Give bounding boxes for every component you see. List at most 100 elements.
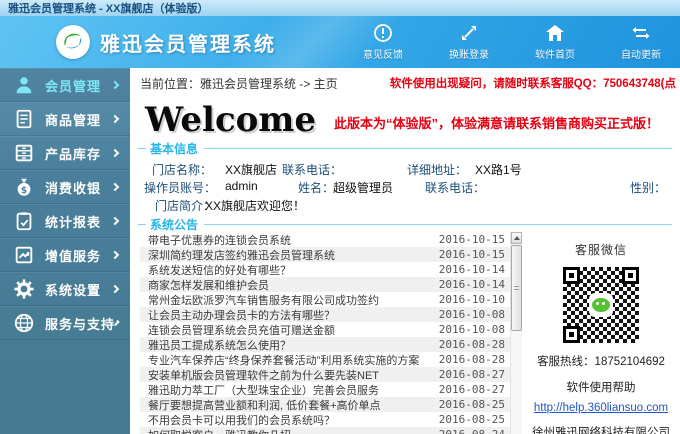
announcements-section-header: 系统公告 [130,216,680,232]
value-added-icon [12,243,36,267]
scrollbar-thumb[interactable] [511,245,522,331]
sidebar-item-goods-management[interactable]: 商品管理 [0,102,130,136]
globe-icon [12,311,36,335]
name-value: 超级管理员 [333,181,394,195]
announcement-date: 2016-10-15 [438,233,505,246]
sidebar-item-reports[interactable]: 统计报表 [0,204,130,238]
announcement-row[interactable]: 雅迅助力萃工厂（大型珠宝企业）完善会员服务 2016-08-27 [140,382,510,397]
report-icon [12,209,36,233]
brand: 雅迅会员管理系统 [56,25,276,59]
window-titlebar[interactable]: 雅迅会员管理系统 - XX旗舰店（体验版） [0,0,680,16]
announcement-row[interactable]: 深圳简约理发店签约雅迅会员管理系统 2016-10-15 [140,247,510,262]
announcements-title: 系统公告 [150,217,199,232]
help-link[interactable]: http://help.360liansuo.com [522,402,680,414]
address-value: XX路1号 [475,163,522,177]
scroll-up-button[interactable] [511,232,522,244]
sidebar-item-value-added[interactable]: 增值服务 [0,238,130,272]
announcement-date: 2016-08-28 [438,353,505,366]
announcement-title: 专业汽车保养店“终身保养套餐活动”利用系统实施的方案 [148,354,420,367]
sidebar-item-label: 消费收银 [45,180,102,196]
announcement-row[interactable]: 连锁会员管理系统会员充值可赠送金额 2016-10-08 [140,322,510,337]
sidebar-item-cashier[interactable]: $ 消费收银 [0,170,130,204]
wechat-title: 客服微信 [574,243,627,257]
breadcrumb: 当前位置：雅迅会员管理系统 -> 主页 [140,76,338,91]
company-name: 徐州雅迅网络科技有限公司 [532,427,670,434]
announcement-row[interactable]: 系统发送短信的好处有哪些？ 2016-10-14 [140,262,510,277]
sidebar-item-member-management[interactable]: 会员管理 [0,68,130,102]
announcement-title: 常州金坛欧派罗汽车销售服务有限公司成功签约 [148,294,379,307]
announcement-row[interactable]: 雅迅员工提成系统怎么使用？ 2016-08-28 [140,337,510,352]
announcement-row[interactable]: 专业汽车保养店“终身保养套餐活动”利用系统实施的方案 2016-08-28 [140,352,510,367]
switch-account-icon [459,22,479,44]
main-panel: 当前位置：雅迅会员管理系统 -> 主页 软件使用出现疑问，请随时联系客服QQ：7… [130,68,680,434]
operator-value: admin [225,179,258,193]
announcement-date: 2016-10-10 [438,293,505,306]
announcement-row[interactable]: 如何取悦客户，雅迅教你几招 2016-08-24 [140,427,510,434]
announcement-date: 2016-08-25 [438,413,505,426]
announcement-date: 2016-08-27 [438,383,505,396]
announcement-row[interactable]: 安装单机版会员管理软件之前为什么要先装NET 2016-08-27 [140,367,510,382]
support-qq-notice[interactable]: 软件使用出现疑问，请随时联系客服QQ：750643748(点 [390,75,676,91]
sidebar-item-label: 服务与支持 [45,316,116,332]
announcement-title: 商家怎样发展和维护会员 [148,279,269,292]
welcome-row: Welcome 此版本为“体验版”，体验满意请联系销售商购买正式版！ [130,98,680,138]
sidebar-item-support[interactable]: 服务与支持 [0,306,130,340]
qr-finder-pattern [622,267,639,284]
phone1-label: 联系电话： [282,163,343,177]
feedback-button[interactable]: 意见反馈 [354,22,412,61]
goods-icon [12,107,36,131]
auto-update-button[interactable]: 自动更新 [612,22,670,61]
app-window: 雅迅会员管理系统 - XX旗舰店（体验版） 雅迅会员管理系统 意见反馈 换账登录… [0,0,680,434]
announcement-row[interactable]: 餐厅要想提高营业额和利润, 低价套餐+高价单点 2016-08-25 [140,397,510,412]
intro-value: XX旗舰店欢迎您！ [205,199,306,213]
sidebar-item-label: 增值服务 [45,248,102,264]
member-icon [12,73,36,97]
qr-finder-pattern [563,267,580,284]
button-label: 软件首页 [535,50,575,61]
name-label: 姓名： [298,181,335,195]
wechat-qr-code [559,263,643,347]
announcement-title: 雅迅员工提成系统怎么使用？ [148,339,291,352]
app-header: 雅迅会员管理系统 意见反馈 换账登录 软件首页 自动更新 [0,16,680,68]
basic-info-section-header: 基本信息 [130,140,680,156]
announcement-row[interactable]: 常州金坛欧派罗汽车销售服务有限公司成功签约 2016-10-10 [140,292,510,307]
announcement-date: 2016-08-25 [438,398,505,411]
announcements-area: 带电子优惠券的连锁会员系统 2016-10-15 深圳简约理发店签约雅迅会员管理… [140,232,522,434]
announcement-row[interactable]: 商家怎样发展和维护会员 2016-10-14 [140,277,510,292]
announcement-row[interactable]: 让会员主动办理会员卡的方法有哪些？ 2016-10-08 [140,307,510,322]
announcement-title: 雅迅助力萃工厂（大型珠宝企业）完善会员服务 [148,384,379,397]
software-home-button[interactable]: 软件首页 [526,22,584,61]
chevron-right-icon [110,80,120,90]
announcements-scrollbar[interactable] [510,232,522,434]
switch-account-button[interactable]: 换账登录 [440,22,498,61]
chevron-right-icon [110,284,120,294]
section-dash [138,223,146,225]
button-label: 自动更新 [621,50,661,61]
gender-label: 性别： [630,181,667,195]
announcement-row[interactable]: 不用会员卡可以用我们的会员系统吗？ 2016-08-25 [140,412,510,427]
operator-label: 操作员账号： [144,181,217,195]
announcements-list: 带电子优惠券的连锁会员系统 2016-10-15 深圳简约理发店签约雅迅会员管理… [140,232,510,434]
sidebar-item-settings[interactable]: 系统设置 [0,272,130,306]
phone2-label: 联系电话： [425,181,486,195]
chevron-right-icon [110,216,120,226]
sidebar-item-label: 系统设置 [45,282,102,298]
announcement-title: 如何取悦客户，雅迅教你几招 [140,427,439,434]
announcement-date: 2016-08-24 [439,428,510,434]
announcement-date: 2016-10-14 [438,278,505,291]
svg-text:$: $ [21,186,27,196]
chevron-right-icon [110,182,120,192]
section-dash [138,147,146,149]
customer-service-panel: 客服微信 客服热线：18752104692 软件使用帮助 http://help… [522,232,680,434]
service-hotline: 客服热线：18752104692 [537,356,665,368]
sidebar-item-product-inventory[interactable]: 产品库存 [0,136,130,170]
announcement-title: 安装单机版会员管理软件之前为什么要先装NET [148,369,379,382]
window-title: 雅迅会员管理系统 - XX旗舰店（体验版） [8,3,209,15]
announcement-title: 餐厅要想提高营业额和利润, 低价套餐+高价单点 [148,399,381,412]
announcement-date: 2016-10-14 [438,263,505,276]
announcement-row[interactable]: 带电子优惠券的连锁会员系统 2016-10-15 [140,232,510,247]
up-arrow-icon [513,236,520,240]
basic-info-fields: 门店名称： XX旗舰店 联系电话： 详细地址： XX路1号 操作员账号： adm… [130,156,680,214]
announcement-date: 2016-08-28 [438,338,505,351]
section-rule [204,147,672,149]
